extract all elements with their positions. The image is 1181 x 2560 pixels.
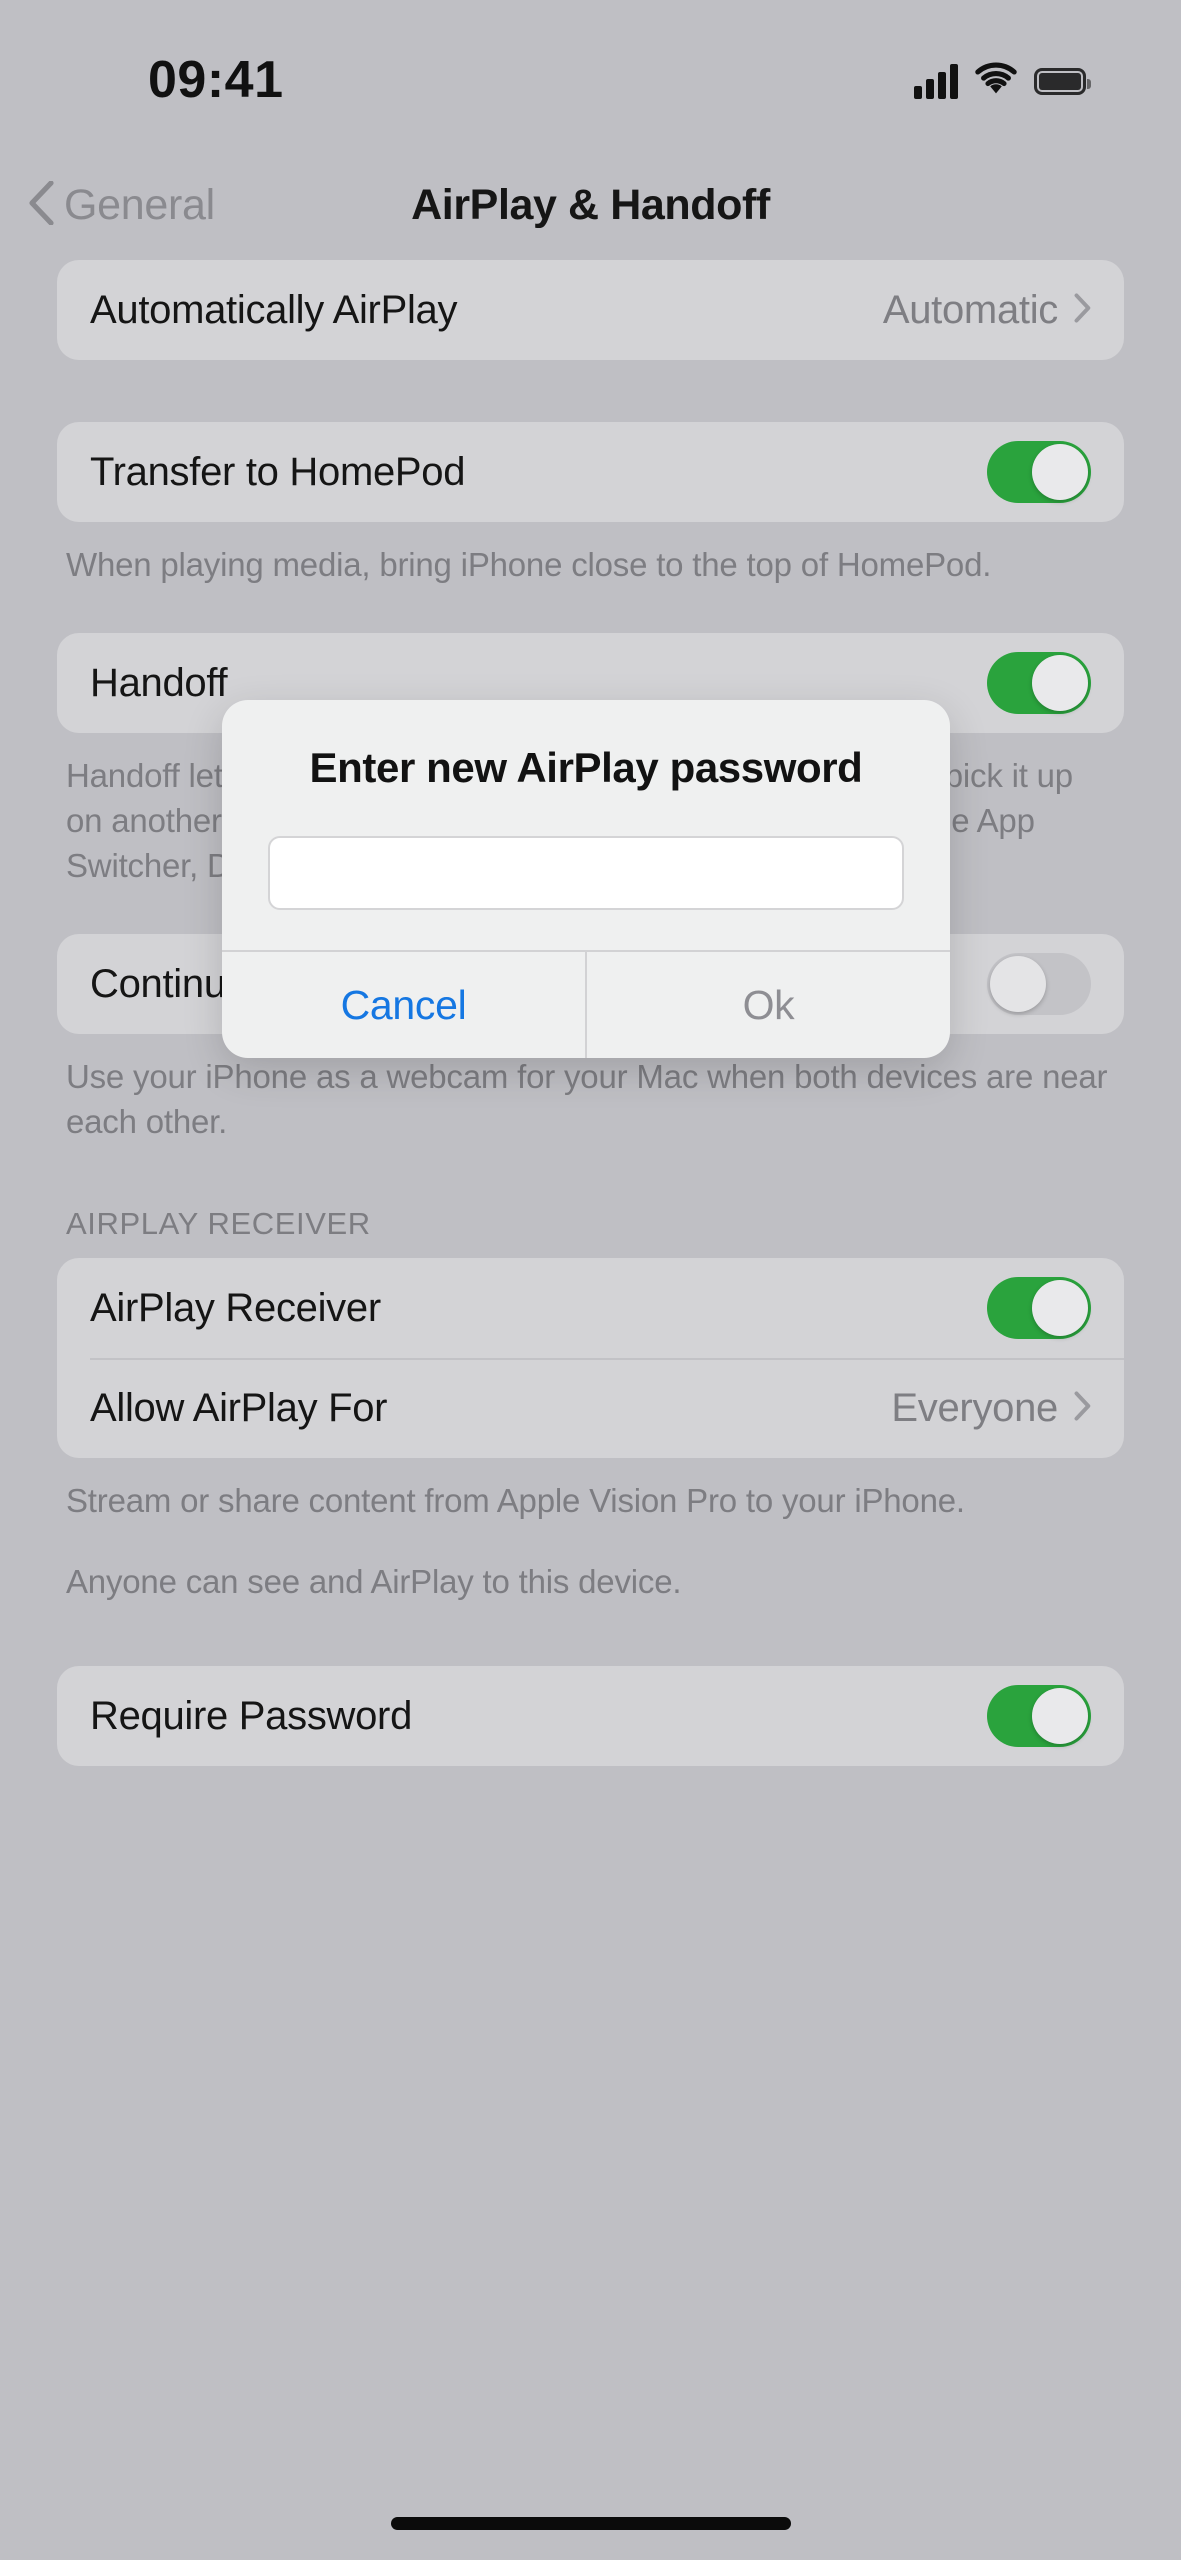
airplay-password-alert: Enter new AirPlay password Cancel Ok <box>222 700 950 1058</box>
alert-buttons: Cancel Ok <box>222 950 950 1058</box>
airplay-password-input[interactable] <box>268 836 904 910</box>
alert-overlay: Enter new AirPlay password Cancel Ok <box>0 0 1181 2560</box>
alert-body: Enter new AirPlay password <box>222 700 950 950</box>
alert-title: Enter new AirPlay password <box>309 744 863 791</box>
alert-ok-button[interactable]: Ok <box>587 952 950 1058</box>
alert-cancel-button[interactable]: Cancel <box>222 952 587 1058</box>
